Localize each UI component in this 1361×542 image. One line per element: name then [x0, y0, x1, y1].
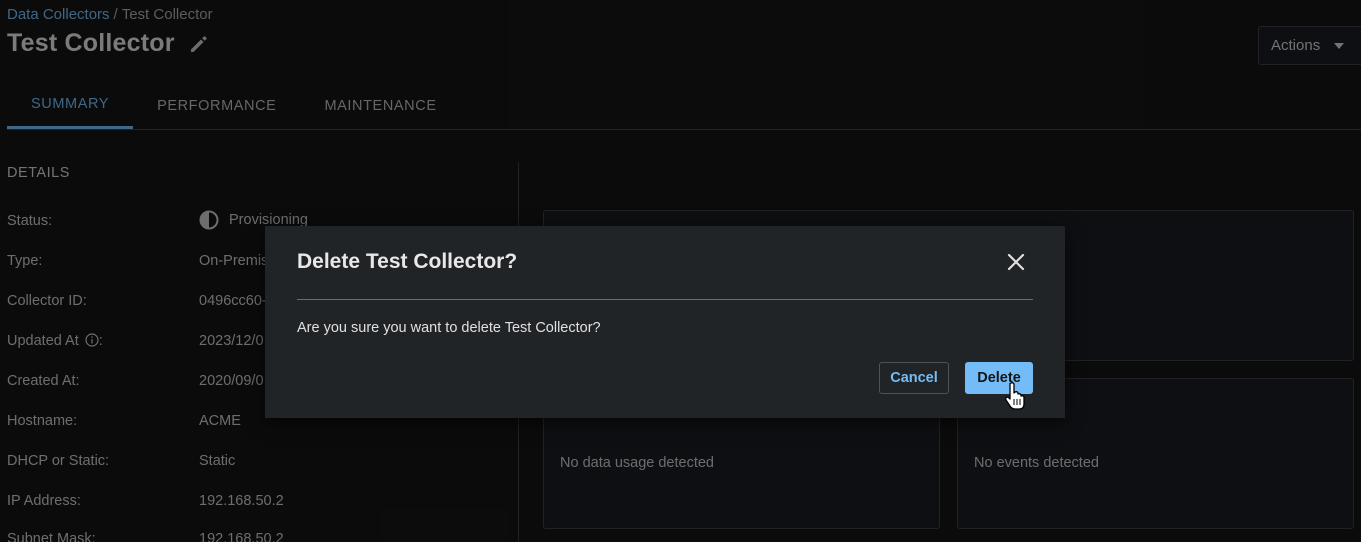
modal-body-text: Are you sure you want to delete Test Col… [297, 320, 601, 336]
page: Data Collectors / Test Collector Test Coll… [0, 0, 1361, 542]
delete-confirmation-modal: Delete Test Collector? Are you sure you … [265, 226, 1065, 418]
close-icon[interactable] [1005, 251, 1027, 273]
delete-button[interactable]: Delete [965, 362, 1033, 394]
modal-divider [297, 299, 1033, 300]
modal-title: Delete Test Collector? [297, 250, 518, 273]
cancel-button[interactable]: Cancel [879, 362, 949, 394]
